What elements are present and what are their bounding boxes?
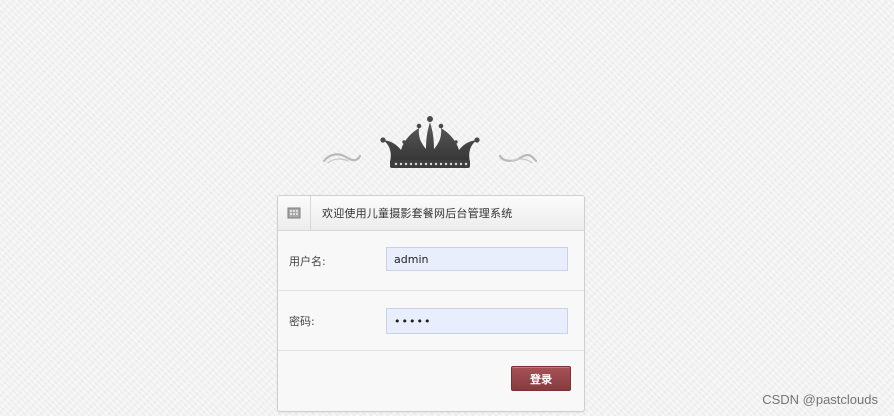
right-swirl-icon xyxy=(498,153,538,164)
username-row: 用户名: xyxy=(278,231,584,291)
crown-icon xyxy=(380,116,480,168)
password-input[interactable] xyxy=(386,308,568,334)
password-label: 密码: xyxy=(289,315,315,328)
building-icon xyxy=(287,207,301,219)
header-icon-cell xyxy=(278,196,311,230)
login-footer-row: 登录 xyxy=(278,351,584,409)
login-panel-title: 欢迎使用儿童摄影套餐网后台管理系统 xyxy=(322,207,513,220)
username-input[interactable] xyxy=(386,247,568,271)
username-label: 用户名: xyxy=(289,255,326,268)
login-panel-header: 欢迎使用儿童摄影套餐网后台管理系统 xyxy=(278,196,584,231)
left-swirl-icon xyxy=(322,153,362,164)
login-button[interactable]: 登录 xyxy=(511,366,571,391)
crown-logo xyxy=(320,112,540,176)
csdn-watermark: CSDN @pastclouds xyxy=(762,392,878,407)
login-panel: 欢迎使用儿童摄影套餐网后台管理系统 用户名: 密码: 登录 xyxy=(277,195,585,412)
password-row: 密码: xyxy=(278,291,584,351)
